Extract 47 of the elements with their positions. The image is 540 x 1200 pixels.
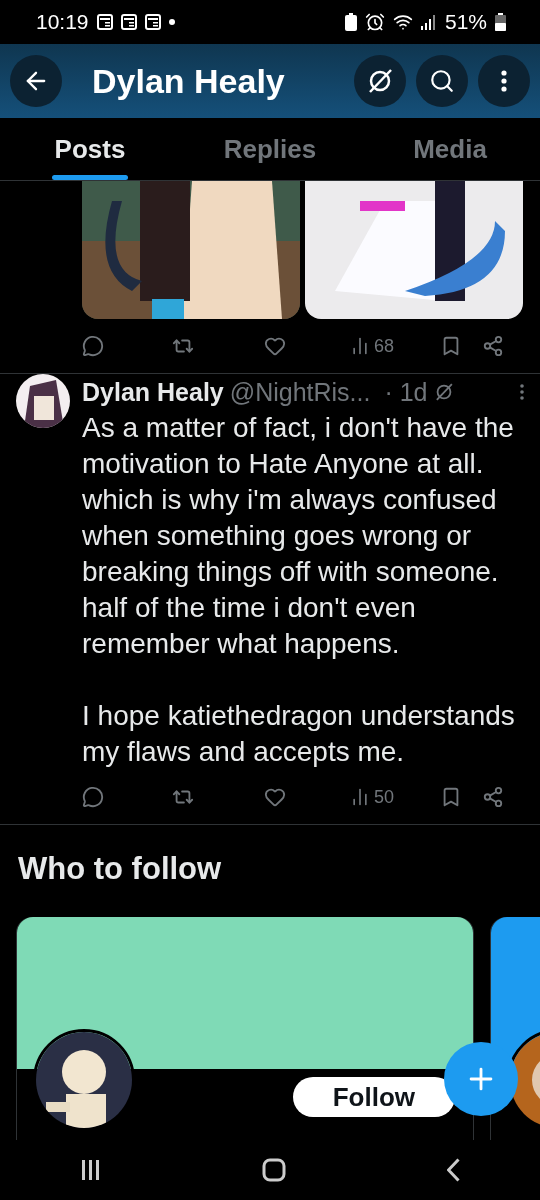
slashed-circle-button[interactable] bbox=[354, 55, 406, 107]
bar-chart-icon bbox=[350, 787, 370, 807]
post-text: As a matter of fact, i don't have the motivation to Hate Anyone at all. which is why i'm always confused when something goes wrong or breaking things off with someone. half of the time i don't even remember what happens. bbox=[82, 411, 515, 661]
tab[interactable]: Posts bbox=[0, 118, 180, 180]
share-icon bbox=[482, 786, 504, 808]
notification-icon bbox=[144, 14, 161, 30]
notification-icon bbox=[96, 14, 113, 30]
chevron-left-icon bbox=[446, 1158, 460, 1182]
back-button[interactable] bbox=[10, 55, 62, 107]
author-handle: @NightRis... bbox=[229, 377, 371, 407]
signal-icon bbox=[420, 14, 437, 30]
more-icon bbox=[520, 384, 524, 400]
more-icon bbox=[501, 70, 507, 92]
slashed-circle-icon bbox=[433, 382, 454, 402]
dot-icon bbox=[168, 19, 175, 25]
author-name: Dylan Healy bbox=[82, 377, 224, 407]
speech-bubble-icon bbox=[82, 786, 104, 808]
heart-icon bbox=[264, 335, 286, 357]
heart-icon bbox=[264, 786, 286, 808]
search-icon bbox=[429, 68, 455, 94]
home-icon bbox=[262, 1158, 287, 1182]
alarm-icon bbox=[364, 12, 385, 32]
tab[interactable]: Replies bbox=[180, 118, 360, 180]
battery-saver-icon bbox=[344, 13, 357, 31]
follow-button[interactable]: Follow bbox=[292, 1077, 455, 1117]
share-icon bbox=[482, 335, 504, 357]
views-button[interactable]: 50 bbox=[350, 786, 440, 808]
post-text: I hope katiethedragon understands my flaws and accepts me. bbox=[82, 699, 516, 769]
search-button[interactable] bbox=[416, 55, 468, 107]
notification-icon bbox=[120, 14, 137, 30]
wifi-icon bbox=[392, 12, 413, 32]
tab[interactable]: Media bbox=[360, 118, 540, 180]
clock: 10:19 bbox=[36, 10, 89, 34]
post-time: · 1d bbox=[384, 377, 428, 407]
section-title: Who to follow bbox=[18, 851, 223, 887]
profile-card[interactable]: Follow bbox=[16, 917, 474, 1143]
speech-bubble-icon bbox=[82, 335, 104, 357]
share-button[interactable] bbox=[482, 786, 504, 808]
more-button[interactable] bbox=[520, 384, 524, 400]
battery-level: 51% bbox=[444, 10, 487, 34]
views-button[interactable]: 68 bbox=[350, 335, 440, 357]
bar-chart-icon bbox=[350, 336, 370, 356]
share-button[interactable] bbox=[482, 335, 504, 357]
profile-name: Dylan Healy bbox=[92, 61, 286, 101]
more-button[interactable] bbox=[478, 55, 530, 107]
slashed-circle-icon bbox=[366, 67, 394, 95]
battery-icon bbox=[495, 13, 506, 31]
